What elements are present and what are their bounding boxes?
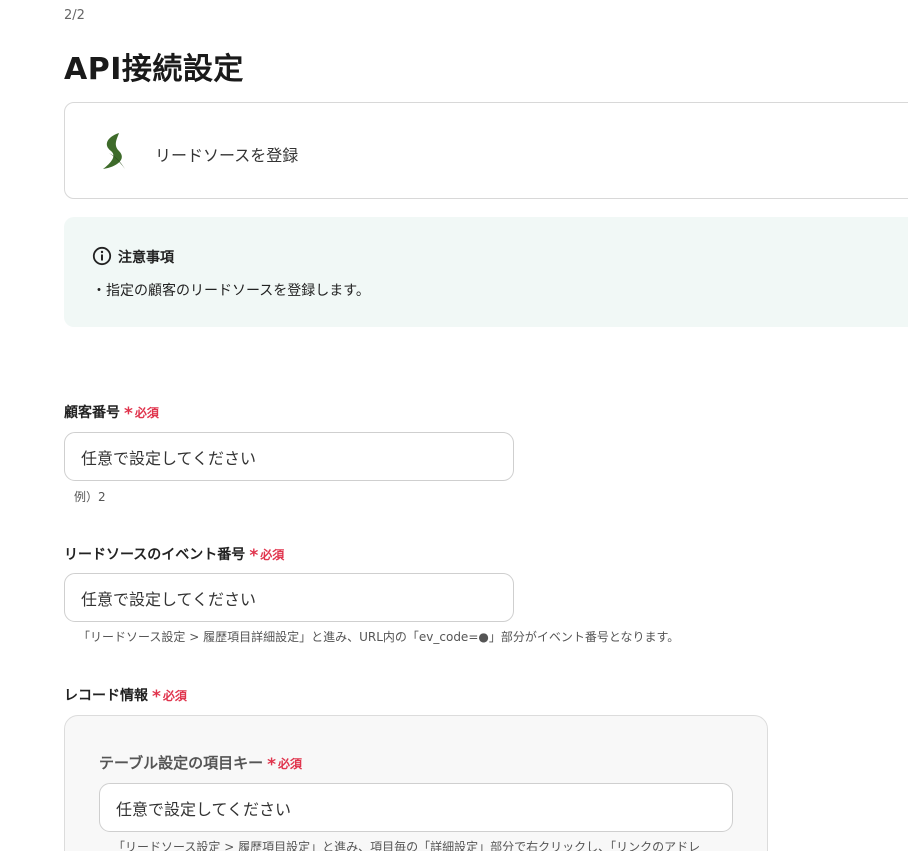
record-info-label-text: レコード情報 bbox=[64, 688, 148, 704]
customer-number-hint: 例）2 bbox=[74, 490, 106, 504]
notice-body: ・指定の顧客のリードソースを登録します。 bbox=[92, 283, 370, 299]
app-action-label: リードソースを登録 bbox=[155, 146, 299, 165]
notice-title: 注意事項 bbox=[118, 250, 174, 266]
table-item-key-label: テーブル設定の項目キー * 必須 bbox=[99, 752, 302, 775]
event-number-hint: 「リードソース設定 > 履歴項目詳細設定」と進み、URL内の「ev_code=●… bbox=[78, 630, 680, 644]
required-star: * bbox=[249, 546, 259, 566]
app-action-card: リードソースを登録 bbox=[64, 102, 908, 199]
event-number-label: リードソースのイベント番号 * 必須 bbox=[64, 544, 284, 566]
info-circle-icon bbox=[92, 246, 112, 266]
required-badge: 必須 bbox=[162, 689, 187, 703]
customer-number-input[interactable]: 任意で設定してください bbox=[64, 432, 514, 481]
required-badge: 必須 bbox=[278, 757, 303, 771]
customer-number-label: 顧客番号 * 必須 bbox=[64, 402, 159, 424]
record-info-label: レコード情報 * 必須 bbox=[64, 685, 187, 707]
green-s-logo-icon bbox=[103, 133, 125, 169]
required-star: * bbox=[152, 687, 161, 707]
table-item-key-input[interactable]: 任意で設定してください bbox=[99, 783, 733, 832]
customer-number-label-text: 顧客番号 bbox=[64, 405, 120, 421]
notice-box: 注意事項 ・指定の顧客のリードソースを登録します。 bbox=[64, 217, 908, 327]
record-info-group: テーブル設定の項目キー * 必須 任意で設定してください 「リードソース設定 > 履… bbox=[64, 715, 768, 851]
required-badge: 必須 bbox=[134, 406, 159, 420]
required-badge: 必須 bbox=[260, 548, 285, 562]
table-item-key-hint: 「リードソース設定 > 履歴項目設定」と進み、項目毎の「詳細設定」部分で右クリッ… bbox=[113, 840, 701, 851]
page-title: API接続設定 bbox=[64, 52, 244, 87]
table-item-key-label-text: テーブル設定の項目キー bbox=[99, 754, 264, 772]
step-indicator: 2/2 bbox=[64, 8, 85, 23]
required-star: * bbox=[267, 755, 276, 775]
event-number-label-text: リードソースのイベント番号 bbox=[64, 547, 246, 563]
event-number-input[interactable]: 任意で設定してください bbox=[64, 573, 514, 622]
required-star: * bbox=[124, 404, 133, 424]
